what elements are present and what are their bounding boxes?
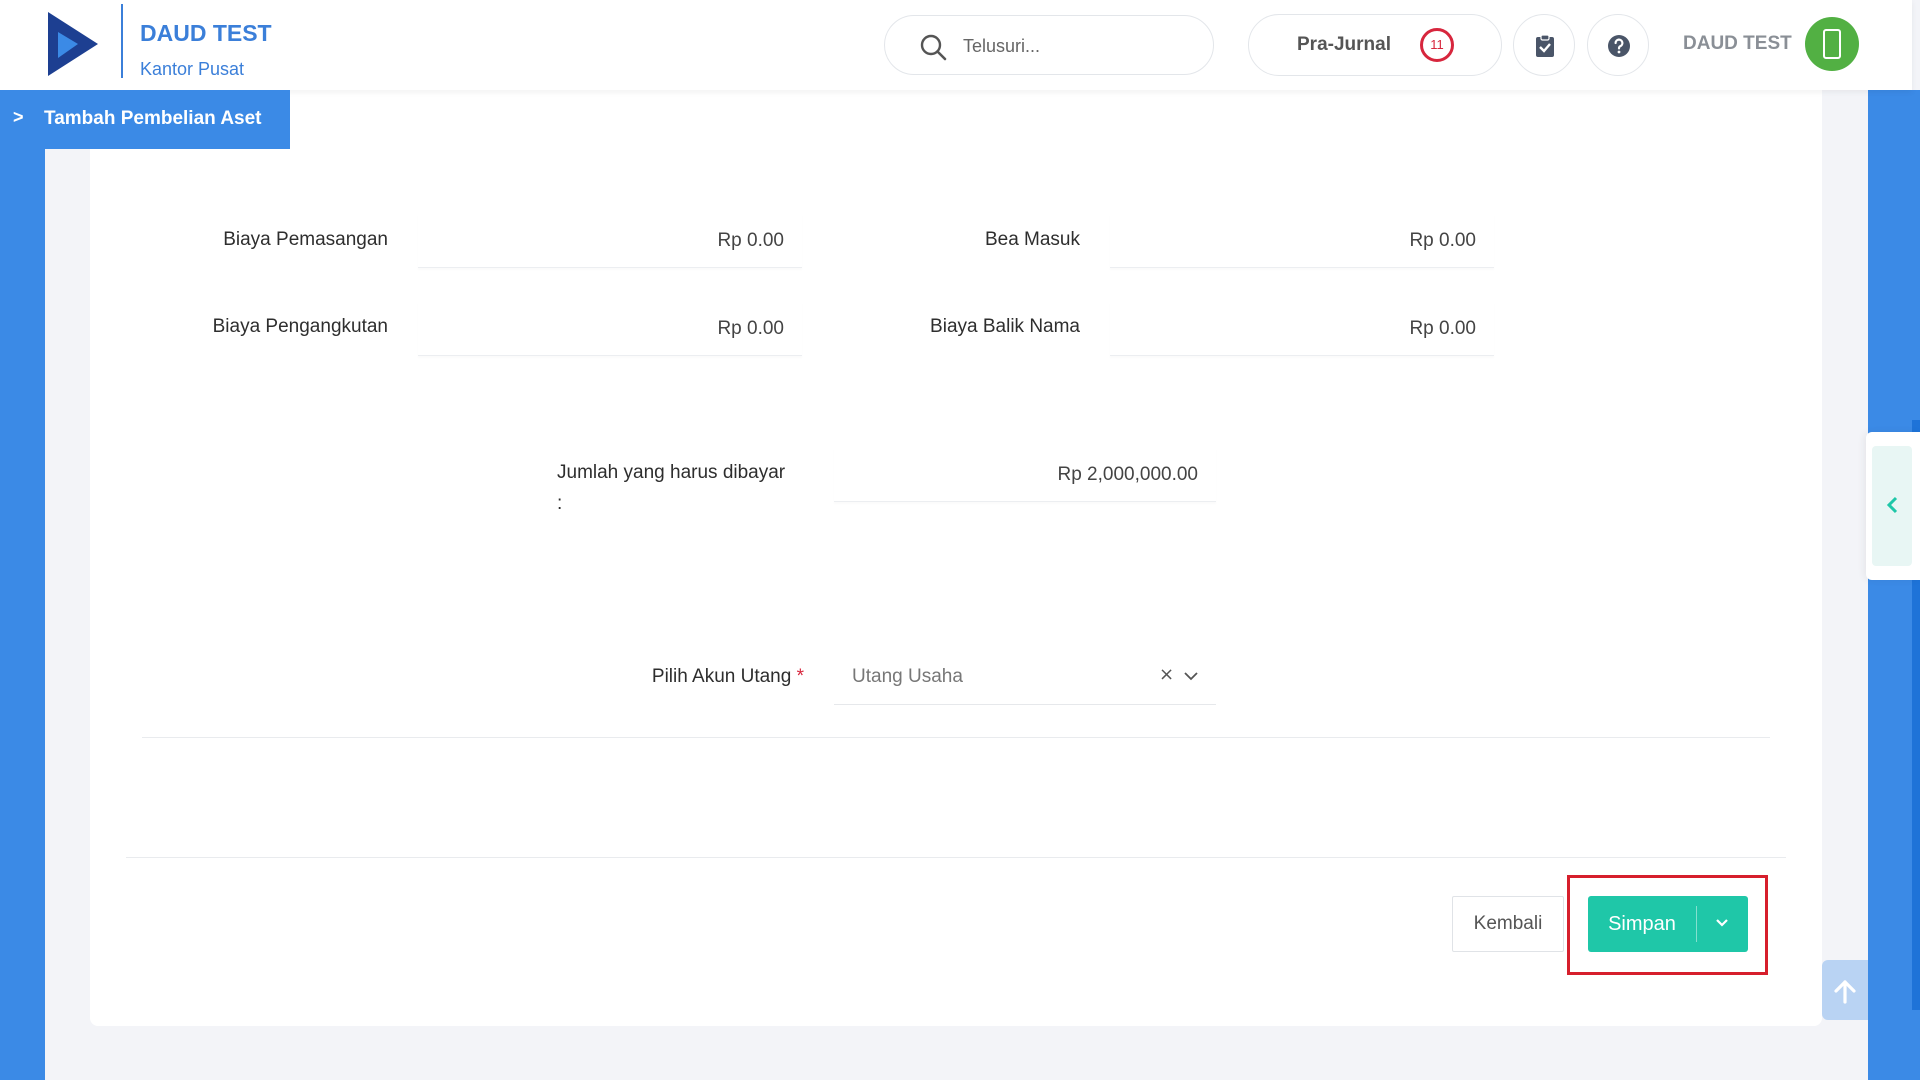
page-title: Tambah Pembelian Aset <box>44 108 262 129</box>
search-input[interactable] <box>963 32 1193 60</box>
jumlah-field[interactable]: Rp 2,000,000.00 <box>834 448 1216 502</box>
jumlah-label: Jumlah yang harus dibayar <box>557 462 786 483</box>
chevron-down-icon[interactable] <box>1183 670 1199 682</box>
section-divider <box>142 737 1770 738</box>
breadcrumb: > Tambah Pembelian Aset <box>0 90 290 149</box>
left-rail <box>0 90 45 1080</box>
biaya-balik-nama-field[interactable]: Rp 0.00 <box>1110 302 1494 356</box>
biaya-pemasangan-value: Rp 0.00 <box>717 230 784 251</box>
branch-name: Kantor Pusat <box>140 59 245 79</box>
chevron-down-icon <box>1716 919 1728 927</box>
side-panel-toggle-inner <box>1872 446 1912 566</box>
akun-utang-label-text: Pilih Akun Utang <box>651 666 792 687</box>
task-button[interactable] <box>1513 14 1575 76</box>
biaya-balik-nama-label: Biaya Balik Nama <box>930 316 1080 337</box>
close-icon[interactable]: × <box>1159 664 1174 685</box>
jumlah-label-colon: : <box>557 493 563 514</box>
bea-masuk-value: Rp 0.00 <box>1409 230 1476 251</box>
search-icon <box>920 34 947 61</box>
akun-utang-select[interactable]: Utang Usaha × <box>834 650 1216 705</box>
side-panel-toggle[interactable] <box>1866 432 1920 580</box>
biaya-pengangkutan-value: Rp 0.00 <box>717 318 784 339</box>
search-box[interactable] <box>884 15 1214 75</box>
biaya-pemasangan-label: Biaya Pemasangan <box>223 229 388 250</box>
logo-icon[interactable] <box>48 12 98 76</box>
footer-divider <box>126 857 1786 858</box>
bea-masuk-label: Bea Masuk <box>984 229 1080 250</box>
avatar[interactable] <box>1805 17 1859 71</box>
save-button-group: Simpan <box>1588 896 1748 952</box>
bea-masuk-field[interactable]: Rp 0.00 <box>1110 214 1494 268</box>
company-name: DAUD TEST <box>140 20 272 46</box>
pra-jurnal-button[interactable]: Pra-Jurnal 11 <box>1248 14 1502 76</box>
chevron-right-icon: > <box>13 107 24 127</box>
chevron-left-icon <box>1886 496 1898 514</box>
brand-divider <box>121 4 123 78</box>
required-mark: * <box>796 666 804 687</box>
user-name: DAUD TEST <box>1683 33 1792 54</box>
biaya-pengangkutan-label: Biaya Pengangkutan <box>212 316 388 337</box>
pra-jurnal-count-badge: 11 <box>1420 28 1454 62</box>
phone-icon <box>1823 29 1841 59</box>
help-icon <box>1608 35 1630 57</box>
pra-jurnal-label: Pra-Jurnal <box>1297 34 1391 55</box>
jumlah-value: Rp 2,000,000.00 <box>1057 464 1198 485</box>
akun-utang-label: Pilih Akun Utang * <box>560 666 804 688</box>
scroll-to-top-button[interactable] <box>1822 960 1868 1020</box>
akun-utang-value: Utang Usaha <box>852 666 963 687</box>
save-options-dropdown[interactable] <box>1697 896 1748 952</box>
save-button[interactable]: Simpan <box>1588 896 1696 952</box>
back-button[interactable]: Kembali <box>1452 896 1564 952</box>
top-bar: DAUD TEST Kantor Pusat Pra-Jurnal 11 DAU… <box>0 0 1912 90</box>
biaya-pengangkutan-field[interactable]: Rp 0.00 <box>418 302 802 356</box>
biaya-pemasangan-field[interactable]: Rp 0.00 <box>418 214 802 268</box>
clipboard-check-icon <box>1536 34 1554 57</box>
biaya-balik-nama-value: Rp 0.00 <box>1409 318 1476 339</box>
help-button[interactable] <box>1587 14 1649 76</box>
arrow-up-icon <box>1834 980 1856 1004</box>
